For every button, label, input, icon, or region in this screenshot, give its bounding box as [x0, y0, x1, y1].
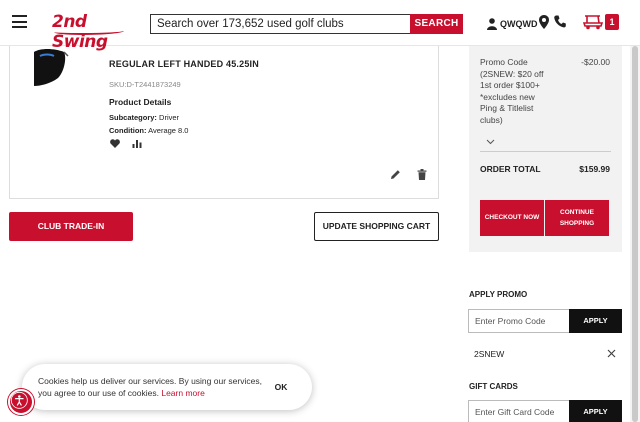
continue-shopping-button[interactable]: CONTINUE SHOPPING — [545, 200, 609, 236]
continue-label-line2: SHOPPING — [559, 220, 595, 227]
hamburger-menu-icon[interactable] — [12, 15, 27, 28]
user-icon — [487, 18, 497, 30]
checkout-now-button[interactable]: CHECKOUT NOW — [480, 200, 544, 236]
item-sku: SKU:D-T2441873249 — [109, 80, 181, 89]
golf-cart-icon[interactable] — [583, 14, 603, 30]
scrollbar-thumb[interactable] — [632, 46, 638, 422]
heart-icon[interactable] — [110, 139, 120, 148]
order-total-label: ORDER TOTAL — [480, 164, 541, 174]
site-logo[interactable]: 2nd Swing — [52, 10, 128, 52]
continue-label-line1: CONTINUE — [560, 209, 594, 216]
club-trade-in-button[interactable]: CLUB TRADE-IN — [9, 212, 133, 241]
trash-icon[interactable] — [417, 169, 427, 180]
cookie-message: Cookies help us deliver our services. By… — [38, 376, 262, 398]
cookie-banner: Cookies help us deliver our services. By… — [22, 364, 312, 410]
accessibility-icon[interactable] — [8, 389, 34, 415]
condition-label: Condition: — [109, 126, 147, 135]
applied-promo-code: 2SNEW — [474, 349, 505, 359]
phone-icon[interactable] — [554, 15, 566, 28]
gift-apply-button[interactable]: APPLY — [569, 400, 622, 422]
promo-code-input[interactable]: Enter Promo Code — [468, 309, 569, 333]
summary-divider — [480, 151, 611, 152]
item-title[interactable]: REGULAR LEFT HANDED 45.25IN — [109, 59, 259, 69]
search-button[interactable]: SEARCH — [410, 14, 463, 34]
condition-value: Average 8.0 — [148, 126, 189, 135]
apply-promo-heading: APPLY PROMO — [469, 290, 528, 299]
order-summary: Promo Code (2SNEW: $20 off 1st order $10… — [469, 46, 622, 252]
account-link[interactable]: QWQWD — [487, 16, 538, 32]
item-subcategory: Subcategory: Driver — [109, 113, 179, 122]
location-pin-icon[interactable] — [539, 15, 549, 29]
subcategory-label: Subcategory: — [109, 113, 157, 122]
promo-code-description: Promo Code (2SNEW: $20 off 1st order $10… — [480, 57, 544, 125]
cookie-text: Cookies help us deliver our services. By… — [38, 375, 266, 399]
pencil-edit-icon[interactable] — [390, 169, 401, 180]
search-input[interactable]: Search over 173,652 used golf clubs — [150, 14, 410, 34]
product-details-heading: Product Details — [109, 97, 172, 107]
update-cart-button[interactable]: UPDATE SHOPPING CART — [314, 212, 439, 241]
driver-club-image[interactable] — [34, 48, 104, 88]
site-header: 2nd Swing Search over 173,652 used golf … — [0, 0, 640, 52]
close-icon[interactable] — [607, 349, 616, 358]
gift-card-input[interactable]: Enter Gift Card Code — [468, 400, 569, 422]
learn-more-link[interactable]: Learn more — [161, 388, 204, 398]
chevron-down-icon[interactable] — [486, 139, 495, 145]
item-condition: Condition: Average 8.0 — [109, 126, 188, 135]
gift-cards-heading: GIFT CARDS — [469, 382, 518, 391]
subcategory-value: Driver — [159, 113, 180, 122]
cart-count-badge[interactable]: 1 — [605, 14, 619, 30]
promo-apply-button[interactable]: APPLY — [569, 309, 622, 333]
cookie-ok-button[interactable]: OK — [270, 376, 292, 398]
promo-discount-amount: -$20.00 — [581, 57, 610, 67]
cart-item-card: REGULAR LEFT HANDED 45.25IN SKU:D-T24418… — [9, 30, 439, 199]
user-name: QWQWD — [500, 19, 538, 29]
order-total-value: $159.99 — [579, 164, 610, 174]
compare-chart-icon[interactable] — [132, 139, 142, 148]
